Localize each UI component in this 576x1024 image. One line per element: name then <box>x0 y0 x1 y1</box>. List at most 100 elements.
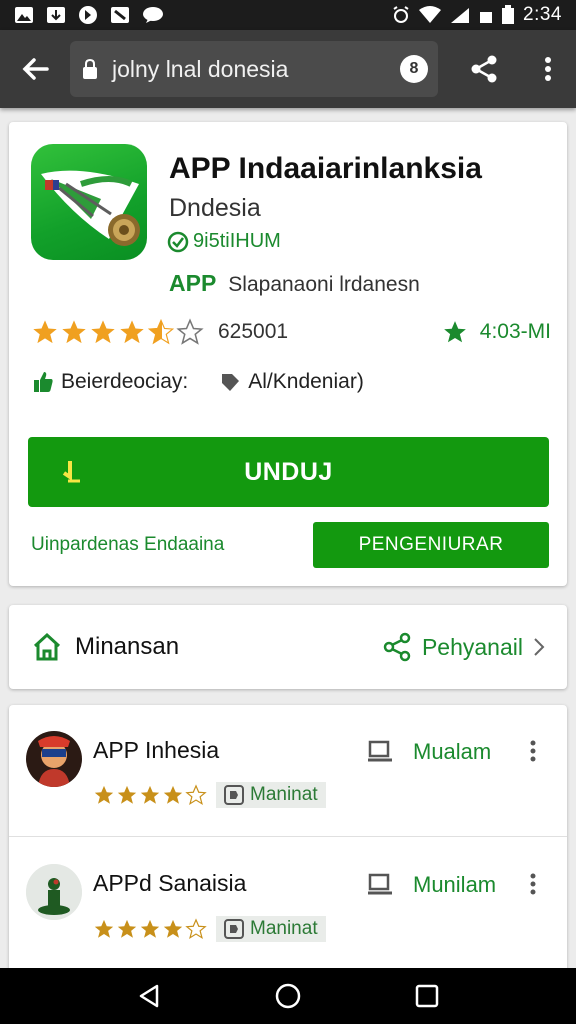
star-icon <box>140 785 160 804</box>
item-action-label: Munilam <box>413 872 497 897</box>
rating-stars <box>31 318 204 346</box>
star-icon <box>117 785 137 804</box>
browser-toolbar: jolny lnal donesia 8 <box>0 30 576 108</box>
item-tag: Maninat <box>216 782 326 808</box>
bag-notification-icon <box>110 6 130 24</box>
lock-icon <box>82 58 106 80</box>
more-vertical-icon <box>530 740 536 762</box>
laptop-icon <box>368 873 392 895</box>
battery-icon <box>501 5 515 25</box>
app-title: APP Indaaiarinlanksia <box>169 152 482 185</box>
app-detail-card: APP Indaaiarinlanksia Dndesia 9i5tiIHUM … <box>9 122 567 586</box>
overflow-menu-button[interactable] <box>530 30 566 108</box>
item-action-label: Mualam <box>413 739 492 764</box>
category-label: APP <box>169 270 217 296</box>
item-title: APPd Sanaisia <box>93 870 247 896</box>
wifi-icon <box>419 6 442 24</box>
more-vertical-icon <box>530 873 536 895</box>
rating-count: 625001 <box>218 320 289 343</box>
installs-count: 4:03-MI <box>479 320 551 343</box>
star-icon <box>120 320 144 344</box>
rating-row: 625001 4:03-MI <box>31 314 551 350</box>
item-action[interactable]: Mualam <box>367 739 491 765</box>
related-apps-list: APP Inhesia Maninat Mualam APPd Sanaisia… <box>9 705 567 975</box>
half-star-icon <box>147 318 175 345</box>
address-bar[interactable]: jolny lnal donesia 8 <box>70 41 438 97</box>
check-circle-icon <box>167 231 189 252</box>
tag-box-icon <box>224 919 244 939</box>
image-notification-icon <box>14 6 34 24</box>
system-nav-bar <box>0 968 576 1024</box>
system-icons: 2:34 <box>391 4 562 26</box>
install-label: UNDUJ <box>244 457 333 486</box>
home-action[interactable]: Minansan <box>31 632 179 662</box>
triangle-back-icon <box>140 984 159 1008</box>
nav-home-button[interactable] <box>258 968 318 1024</box>
star-icon <box>140 919 160 938</box>
share-icon <box>471 55 497 83</box>
category-row: APP Slapanaoni lrdanesn <box>169 270 420 297</box>
chevron-right-icon <box>534 638 545 656</box>
meta-label-1: Beierdeociay: <box>61 370 189 393</box>
install-button[interactable]: UNDUJ <box>28 437 549 507</box>
tag-box-icon <box>224 785 244 805</box>
item-action[interactable]: Munilam <box>367 872 496 898</box>
tab-count-badge[interactable]: 8 <box>400 55 428 83</box>
item-more-button[interactable] <box>529 739 537 768</box>
secondary-link[interactable]: Uinpardenas Endaaina <box>31 534 224 556</box>
chat-notification-icon <box>142 6 164 24</box>
secondary-actions: Uinpardenas Endaaina PENGENIURAR <box>31 522 549 568</box>
back-button[interactable] <box>0 30 70 108</box>
shield-notification-icon <box>78 5 98 25</box>
share-button[interactable] <box>438 30 530 108</box>
thumbs-up-icon <box>34 372 53 392</box>
alarm-icon <box>391 5 411 25</box>
star-icon <box>91 320 115 344</box>
arrow-left-icon <box>22 58 49 80</box>
item-tag-label: Maninat <box>250 784 318 805</box>
square-recents-icon <box>415 984 438 1008</box>
star-icon <box>33 320 57 344</box>
verified-label: 9i5tiIHUM <box>193 230 281 252</box>
more-vertical-icon <box>545 57 551 81</box>
item-rating: Maninat <box>93 782 326 808</box>
item-title: APP Inhesia <box>93 737 220 763</box>
app-logo[interactable] <box>31 144 147 260</box>
empty-star-icon <box>176 318 204 345</box>
circle-home-icon <box>275 983 301 1009</box>
installs-info: 4:03-MI <box>442 319 551 345</box>
share-icon <box>383 632 411 662</box>
avatar <box>26 731 82 787</box>
item-tag: Maninat <box>216 916 326 942</box>
share-action[interactable]: Pehyanail <box>382 632 545 662</box>
star-icon <box>163 785 183 804</box>
star-icon <box>163 919 183 938</box>
status-bar: 2:34 <box>0 0 576 30</box>
star-icon <box>94 785 114 804</box>
clock: 2:34 <box>523 4 562 25</box>
green-star-icon <box>443 321 466 343</box>
nav-back-button[interactable] <box>119 968 179 1024</box>
home-action-label: Minansan <box>75 633 180 660</box>
star-icon <box>94 919 114 938</box>
meta-row: Beierdeociay: Al/Kndeniar) <box>31 370 364 394</box>
list-item[interactable]: APP Inhesia Maninat Mualam <box>9 705 567 837</box>
item-more-button[interactable] <box>529 872 537 901</box>
meta-label-2: Al/Kndeniar) <box>248 370 364 393</box>
laptop-icon <box>368 740 392 762</box>
item-rating: Maninat <box>93 916 326 942</box>
empty-star-icon <box>185 918 207 939</box>
avatar <box>26 864 82 920</box>
developer-name[interactable]: Dndesia <box>169 194 261 223</box>
signal-icon <box>449 6 471 24</box>
list-item[interactable]: APPd Sanaisia Maninat Munilam <box>9 838 567 970</box>
notification-icons <box>14 5 164 25</box>
category-value[interactable]: Slapanaoni lrdanesn <box>228 273 419 297</box>
url-text: jolny lnal donesia <box>112 55 289 82</box>
star-icon <box>117 919 137 938</box>
secondary-button[interactable]: PENGENIURAR <box>313 522 549 568</box>
nav-recents-button[interactable] <box>397 968 457 1024</box>
home-icon <box>33 632 61 661</box>
tag-icon <box>222 374 240 391</box>
share-action-label: Pehyanail <box>421 633 523 660</box>
